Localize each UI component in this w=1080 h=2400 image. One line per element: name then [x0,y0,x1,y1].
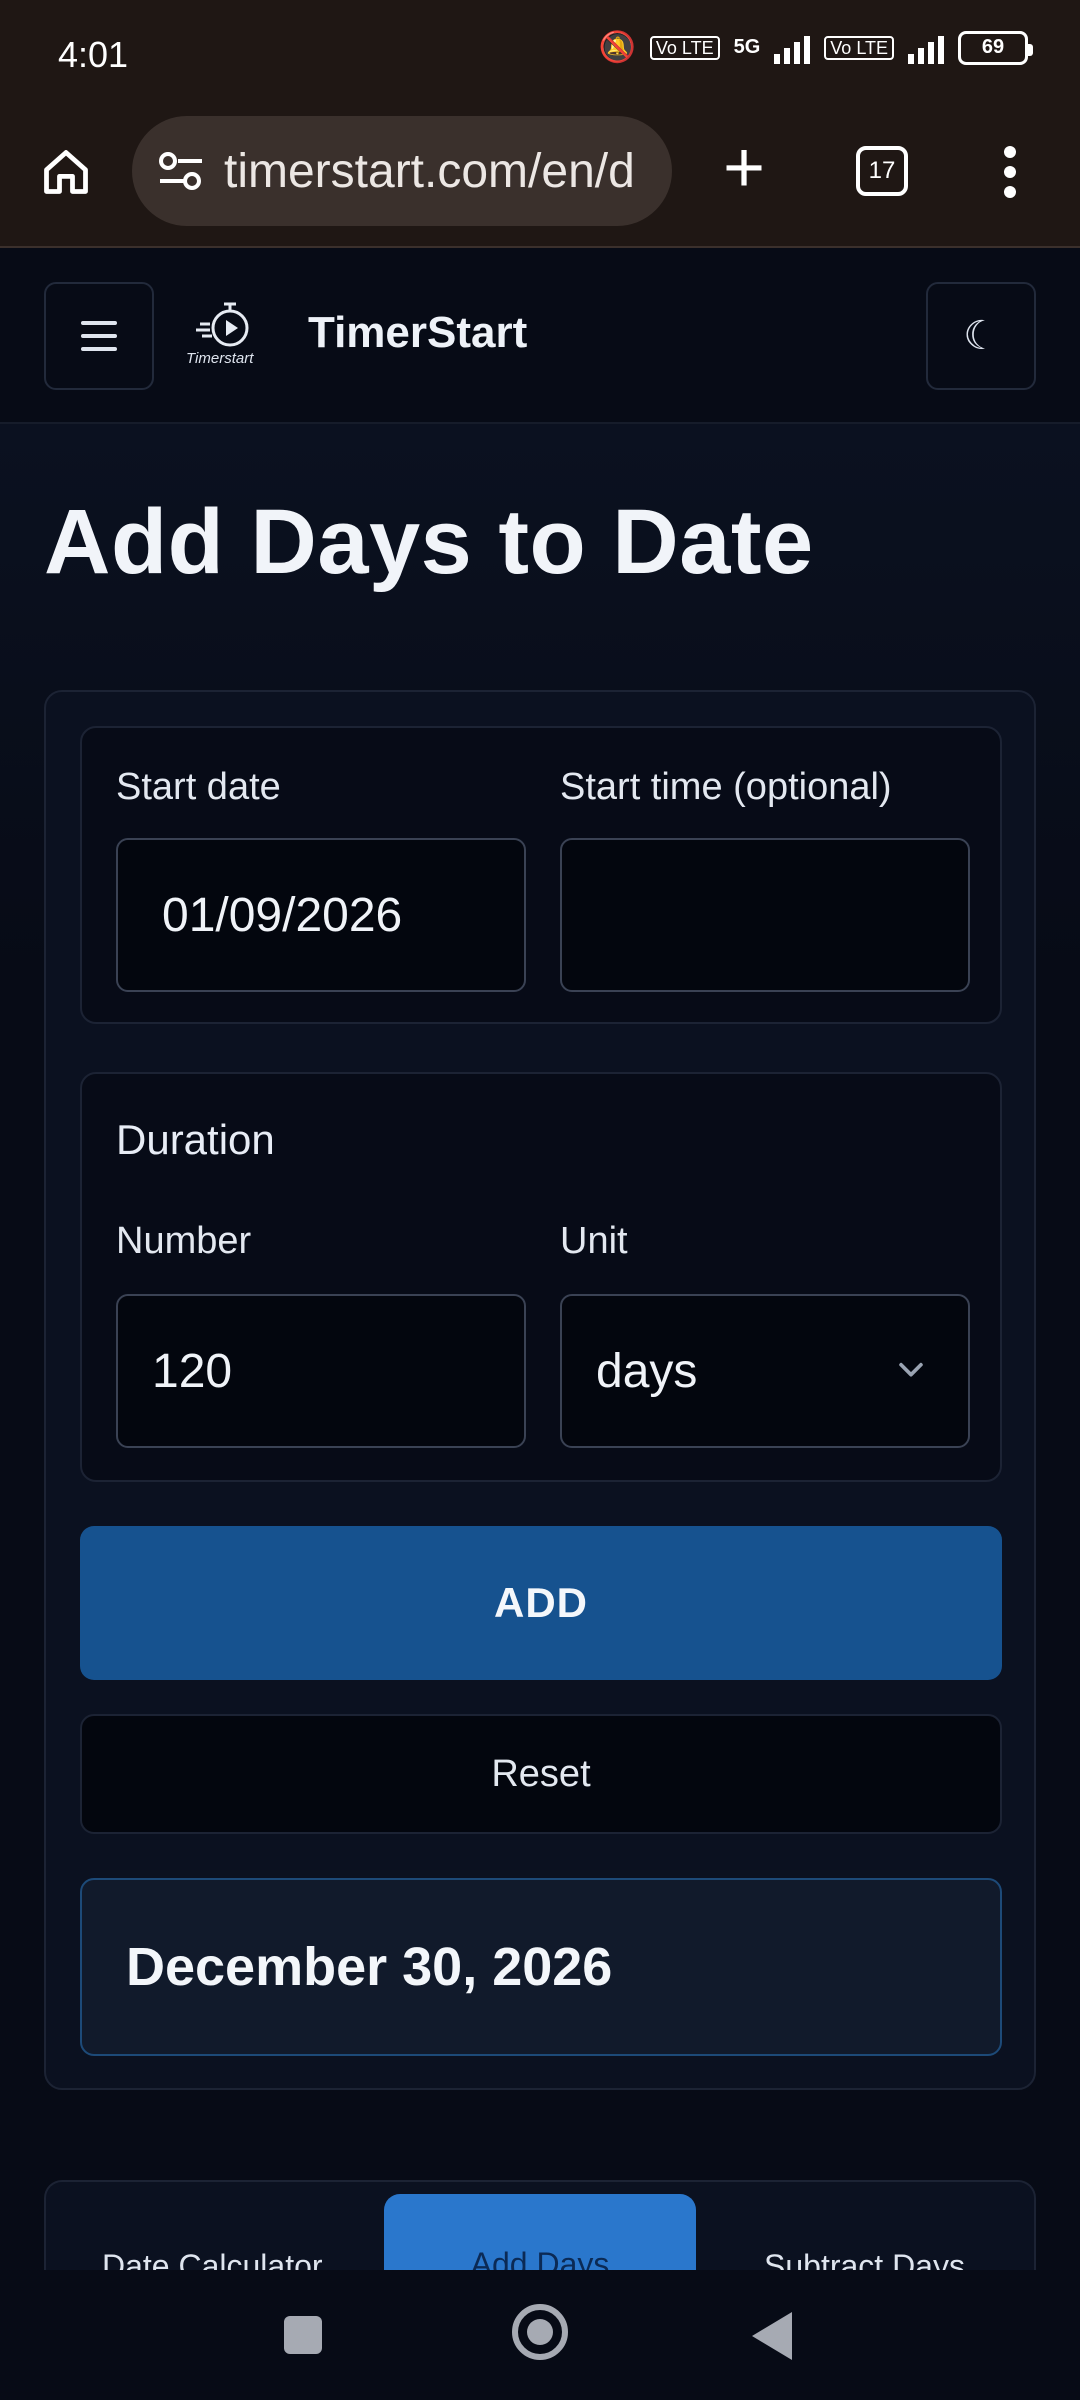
calculator-tabs: Date Calculator Add Days Subtract Days [44,2180,1036,2270]
site-title[interactable]: TimerStart [308,308,527,358]
status-bar: 4:01 🔕 Vo LTE 5G Vo LTE 69 [0,0,1080,110]
volte-badge-1: Vo LTE [649,35,720,60]
tab-add-days[interactable]: Add Days [384,2194,696,2270]
overflow-menu-button[interactable] [990,140,1030,204]
browser-toolbar: timerstart.com/en/d + 17 [0,110,1080,248]
vibrate-mute-icon: 🔕 [598,31,636,64]
tab-date-calculator[interactable]: Date Calculator [102,2248,323,2270]
unit-label: Unit [560,1220,628,1262]
network-type: 5G [733,36,761,58]
signal-icon-2 [908,32,944,64]
battery-icon: 69 [958,30,1033,65]
site-header: Timerstart TimerStart ☾ [0,250,1080,424]
page-title: Add Days to Date [44,491,814,593]
add-button[interactable]: ADD [80,1526,1002,1680]
new-tab-button[interactable]: + [714,132,774,204]
unit-select-value: days [596,1344,698,1398]
volte-badge-2: Vo LTE [824,35,894,60]
back-button[interactable] [752,2312,792,2360]
number-label: Number [116,1220,252,1262]
home-icon [44,150,88,194]
home-nav-button[interactable] [512,2304,568,2360]
duration-title: Duration [116,1116,275,1163]
address-bar[interactable]: timerstart.com/en/d [132,116,672,226]
tab-subtract-days[interactable]: Subtract Days [764,2248,965,2270]
url-text: timerstart.com/en/d [224,144,635,198]
site-settings-icon[interactable] [158,151,204,191]
tab-switcher-button[interactable]: 17 [856,146,908,196]
status-icons: 🔕 Vo LTE 5G Vo LTE 69 [598,30,1033,65]
start-time-input[interactable] [560,838,970,992]
start-time-label: Start time (optional) [560,766,892,808]
signal-icon-1 [774,32,811,64]
chevron-down-icon [899,1362,923,1377]
status-time: 4:01 [58,34,129,75]
date-panel: Start date 01/09/2026 Start time (option… [80,726,1002,1024]
duration-panel: Duration Number 120 Unit days [80,1072,1002,1482]
result-output: December 30, 2026 [80,1878,1002,2056]
home-button[interactable] [36,142,96,202]
calculator-card: Start date 01/09/2026 Start time (option… [44,690,1036,2090]
reset-button[interactable]: Reset [80,1714,1002,1834]
hamburger-icon [81,321,117,325]
unit-select[interactable]: days [560,1294,970,1448]
theme-toggle-button[interactable]: ☾ [926,282,1036,390]
logo-caption: Timerstart [186,350,254,367]
recents-button[interactable] [284,2316,322,2354]
moon-icon: ☾ [963,314,999,358]
hamburger-menu-button[interactable] [44,282,154,390]
start-date-label: Start date [116,766,281,808]
system-nav-bar [0,2270,1080,2400]
number-input[interactable]: 120 [116,1294,526,1448]
start-date-input[interactable]: 01/09/2026 [116,838,526,992]
